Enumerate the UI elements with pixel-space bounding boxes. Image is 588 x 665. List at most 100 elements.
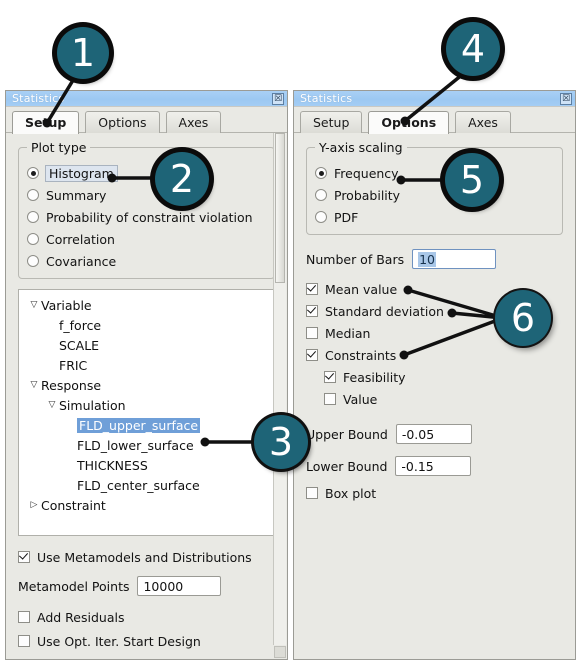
radio-covariance-icon[interactable] bbox=[27, 255, 39, 267]
radio-histogram-icon[interactable] bbox=[27, 167, 39, 179]
options-window-title: Statistics bbox=[300, 92, 353, 105]
tree-item-label: FLD_lower_surface bbox=[77, 437, 194, 453]
close-icon[interactable]: ☒ bbox=[272, 92, 284, 105]
tree-item-simulation[interactable]: ▽ Simulation bbox=[19, 395, 274, 415]
tree-item-fld-upper-surface[interactable]: FLD_upper_surface bbox=[19, 415, 274, 435]
radio-row-pdf[interactable]: PDF bbox=[315, 206, 554, 228]
tree-item-label: FRIC bbox=[59, 357, 88, 373]
tree-item-label: FLD_center_surface bbox=[77, 477, 200, 493]
tree-item-scale[interactable]: SCALE bbox=[19, 335, 274, 355]
upper-bound-input[interactable]: -0.05 bbox=[395, 424, 472, 444]
checkbox-value-label: Value bbox=[343, 391, 378, 407]
checkbox-standard-deviation-icon[interactable] bbox=[306, 305, 318, 317]
chevron-down-icon[interactable]: ▽ bbox=[27, 380, 41, 390]
tree-item-label: Constraint bbox=[41, 497, 106, 513]
tree-item-fric[interactable]: FRIC bbox=[19, 355, 274, 375]
scrollbar-thumb[interactable] bbox=[275, 133, 285, 283]
checkbox-row-box-plot[interactable]: Box plot bbox=[306, 482, 563, 504]
checkbox-row-feasibility[interactable]: Feasibility bbox=[324, 366, 563, 388]
checkbox-value-icon[interactable] bbox=[324, 393, 336, 405]
checkbox-mean-value-icon[interactable] bbox=[306, 283, 318, 295]
checkbox-standard-deviation-label: Standard deviation bbox=[325, 303, 444, 319]
checkbox-add-residuals-icon[interactable] bbox=[18, 611, 30, 623]
tab-axes[interactable]: Axes bbox=[455, 111, 511, 133]
setup-vertical-scrollbar[interactable] bbox=[273, 133, 286, 645]
scrollbar-corner bbox=[274, 646, 286, 658]
radio-pdf-label: PDF bbox=[334, 209, 359, 225]
checkbox-use-opt-iter-icon[interactable] bbox=[18, 635, 30, 647]
radio-row-probability-constraint-violation[interactable]: Probability of constraint violation bbox=[27, 206, 266, 228]
checkbox-row-value[interactable]: Value bbox=[324, 388, 563, 410]
radio-frequency-label: Frequency bbox=[334, 165, 399, 181]
options-tabstrip: Setup Options Axes bbox=[294, 107, 575, 134]
tree-item-variable[interactable]: ▽ Variable bbox=[19, 295, 274, 315]
setup-window-title: Statistics bbox=[12, 92, 65, 105]
upper-bound-row: Upper Bound -0.05 bbox=[306, 424, 563, 444]
tab-axes[interactable]: Axes bbox=[165, 111, 222, 133]
radio-probability-label: Probability bbox=[334, 187, 401, 203]
checkbox-box-plot-icon[interactable] bbox=[306, 487, 318, 499]
options-window-titlebar[interactable]: Statistics ☒ bbox=[294, 91, 575, 107]
radio-row-summary[interactable]: Summary bbox=[27, 184, 266, 206]
tab-options[interactable]: Options bbox=[85, 111, 160, 133]
tree-item-f-force[interactable]: f_force bbox=[19, 315, 274, 335]
checkbox-row-use-opt-iter-start-design[interactable]: Use Opt. Iter. Start Design bbox=[18, 630, 275, 652]
checkbox-row-constraints[interactable]: Constraints bbox=[306, 344, 563, 366]
radio-row-probability[interactable]: Probability bbox=[315, 184, 554, 206]
statistics-setup-window: Statistics ☒ Setup Options Axes Plot typ… bbox=[5, 90, 288, 660]
radio-probability-constraint-violation-icon[interactable] bbox=[27, 211, 39, 223]
checkbox-use-metamodels-label: Use Metamodels and Distributions bbox=[37, 549, 252, 565]
number-of-bars-input[interactable]: 10 bbox=[412, 249, 497, 269]
chevron-right-icon[interactable]: ▷ bbox=[27, 500, 41, 510]
tree-item-label: Response bbox=[41, 377, 102, 393]
tree-item-constraint[interactable]: ▷ Constraint bbox=[19, 495, 274, 515]
chevron-down-icon[interactable]: ▽ bbox=[27, 300, 41, 310]
radio-correlation-icon[interactable] bbox=[27, 233, 39, 245]
tree-item-label: f_force bbox=[59, 317, 102, 333]
plot-type-legend: Plot type bbox=[27, 140, 91, 155]
checkbox-feasibility-icon[interactable] bbox=[324, 371, 336, 383]
metamodel-points-input[interactable]: 10000 bbox=[137, 576, 222, 596]
tab-options[interactable]: Options bbox=[368, 111, 450, 134]
radio-frequency-icon[interactable] bbox=[315, 167, 327, 179]
checkbox-feasibility-label: Feasibility bbox=[343, 369, 406, 385]
radio-row-correlation[interactable]: Correlation bbox=[27, 228, 266, 250]
checkbox-median-icon[interactable] bbox=[306, 327, 318, 339]
radio-summary-icon[interactable] bbox=[27, 189, 39, 201]
radio-histogram-label: Histogram bbox=[45, 164, 118, 182]
tree-item-fld-lower-surface[interactable]: FLD_lower_surface bbox=[19, 435, 274, 455]
metamodel-points-row: Metamodel Points 10000 bbox=[18, 576, 275, 596]
checkbox-use-metamodels-icon[interactable] bbox=[18, 551, 30, 563]
checkbox-constraints-icon[interactable] bbox=[306, 349, 318, 361]
close-icon[interactable]: ☒ bbox=[560, 92, 572, 105]
callout-badge-2: 2 bbox=[155, 152, 209, 206]
lower-bound-input[interactable]: -0.15 bbox=[395, 456, 472, 476]
radio-row-covariance[interactable]: Covariance bbox=[27, 250, 266, 272]
setup-window-titlebar[interactable]: Statistics ☒ bbox=[6, 91, 287, 107]
radio-probability-constraint-violation-label: Probability of constraint violation bbox=[46, 209, 253, 225]
checkbox-row-add-residuals[interactable]: Add Residuals bbox=[18, 606, 275, 628]
radio-correlation-label: Correlation bbox=[46, 231, 115, 247]
radio-row-frequency[interactable]: Frequency bbox=[315, 162, 554, 184]
checkbox-use-opt-iter-label: Use Opt. Iter. Start Design bbox=[37, 633, 201, 649]
tree-item-response[interactable]: ▽ Response bbox=[19, 375, 274, 395]
variable-response-tree[interactable]: ▽ Variable f_force SCALE FRIC ▽ Response… bbox=[18, 289, 275, 536]
tree-item-fld-center-surface[interactable]: FLD_center_surface bbox=[19, 475, 274, 495]
number-of-bars-value: 10 bbox=[418, 252, 437, 267]
radio-row-histogram[interactable]: Histogram bbox=[27, 162, 266, 184]
tab-setup[interactable]: Setup bbox=[300, 111, 363, 133]
tab-setup[interactable]: Setup bbox=[12, 111, 80, 134]
metamodel-points-label: Metamodel Points bbox=[18, 578, 130, 594]
radio-pdf-icon[interactable] bbox=[315, 211, 327, 223]
checkbox-box-plot-label: Box plot bbox=[325, 485, 377, 501]
tree-item-thickness[interactable]: THICKNESS bbox=[19, 455, 274, 475]
setup-panel-body: Plot type Histogram Summary Probability … bbox=[6, 133, 287, 659]
number-of-bars-label: Number of Bars bbox=[306, 251, 405, 267]
callout-badge-6: 6 bbox=[495, 290, 551, 346]
radio-probability-icon[interactable] bbox=[315, 189, 327, 201]
lower-bound-label: Lower Bound bbox=[306, 458, 388, 474]
checkbox-constraints-label: Constraints bbox=[325, 347, 397, 363]
chevron-down-icon[interactable]: ▽ bbox=[45, 400, 59, 410]
tree-item-label: SCALE bbox=[59, 337, 100, 353]
checkbox-row-use-metamodels[interactable]: Use Metamodels and Distributions bbox=[18, 546, 275, 568]
